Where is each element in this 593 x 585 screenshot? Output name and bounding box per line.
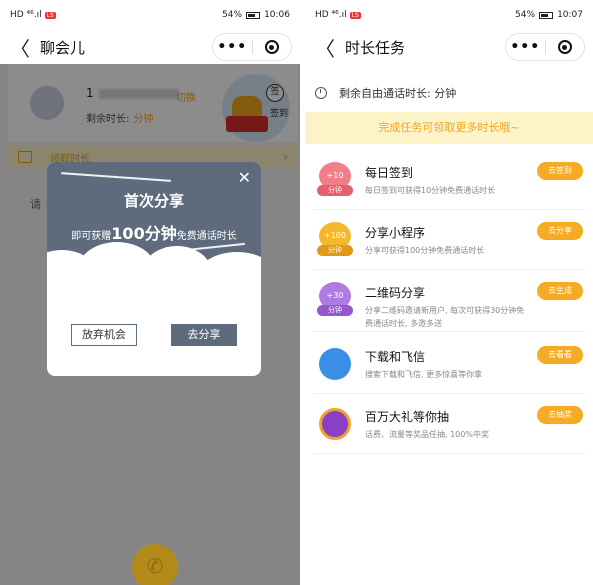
plus-10-minutes-icon: +10 分钟: [317, 162, 353, 198]
plus-100-minutes-icon: +100 分钟: [317, 222, 353, 258]
task-title: 每日签到: [365, 166, 414, 180]
modal-description: 即可获赠100分钟免费通话时长: [71, 224, 237, 243]
task-title: 下载和飞信: [365, 350, 426, 364]
signal-icon: HD ⁴⁶.ıl: [10, 10, 42, 20]
back-icon[interactable]: 〈: [315, 33, 337, 62]
task-title: 二维码分享: [365, 286, 426, 300]
notification-badge: LS: [349, 11, 361, 19]
fetion-app-icon: [317, 346, 353, 382]
task-description: 分享可获得100分钟免费通话时长: [365, 246, 485, 255]
battery-icon: [246, 11, 261, 19]
task-item: +10 分钟 每日签到 每日签到可获得10分钟免费通话时长 去签到: [313, 150, 585, 210]
give-up-button[interactable]: 放弃机会: [71, 324, 137, 346]
nav-bar: 〈 时长任务 •••: [305, 30, 593, 64]
task-description: 话费、流量等奖品任抽, 100%中奖: [365, 430, 489, 439]
status-time: 10:06: [264, 10, 290, 20]
miniprogram-capsule: •••: [505, 33, 585, 61]
battery-icon: [539, 11, 554, 19]
status-time: 10:07: [557, 10, 583, 20]
signal-icon: HD ⁴⁶.ıl: [315, 10, 347, 20]
cloud-decor: [197, 252, 261, 302]
remaining-free-time-text: 剩余自由通话时长: 分钟: [339, 87, 457, 100]
battery-percent: 54%: [222, 10, 243, 20]
generate-qrcode-button[interactable]: 去生成: [537, 282, 583, 300]
status-bar: HD ⁴⁶.ıl LS 54% 10:07: [305, 0, 593, 30]
phone-icon[interactable]: ✆: [132, 544, 178, 585]
close-icon[interactable]: ✕: [238, 168, 251, 187]
more-icon[interactable]: •••: [213, 39, 252, 55]
notification-badge: LS: [44, 11, 56, 19]
left-screen: HD ⁴⁶.ıl LS 54% 10:06 〈 聊会儿 ••• 1 切换 剩余时…: [0, 0, 300, 585]
nav-bar: 〈 聊会儿 •••: [0, 30, 300, 64]
remaining-free-time: 剩余自由通话时长: 分钟: [305, 76, 593, 110]
target-icon: [264, 40, 279, 54]
target-icon: [557, 40, 572, 54]
view-button[interactable]: 去看看: [537, 346, 583, 364]
task-title: 百万大礼等你抽: [365, 410, 450, 424]
task-item: 下载和飞信 搜索下载和飞信, 更多惊喜等你拿 去看看: [313, 334, 585, 394]
share-modal: ✕ 首次分享 即可获赠100分钟免费通话时长 放弃机会 去分享: [47, 162, 261, 376]
back-icon[interactable]: 〈: [10, 33, 32, 62]
checkin-button[interactable]: 去签到: [537, 162, 583, 180]
share-button[interactable]: 去分享: [171, 324, 237, 346]
right-screen: HD ⁴⁶.ıl LS 54% 10:07 〈 时长任务 ••• 剩余自由通话时…: [305, 0, 593, 585]
clock-icon: [315, 87, 327, 99]
task-item: +30 分钟 二维码分享 分享二维码邀请新用户, 每次可获得30分钟免费通话时长…: [313, 270, 585, 332]
page-title: 聊会儿: [40, 38, 86, 57]
close-miniprogram-button[interactable]: [545, 40, 584, 54]
task-description: 分享二维码邀请新用户, 每次可获得30分钟免费通话时长, 多邀多送: [365, 306, 525, 328]
page-title: 时长任务: [345, 38, 406, 57]
modal-title: 首次分享: [123, 192, 184, 210]
task-title: 分享小程序: [365, 226, 426, 240]
miniprogram-capsule: •••: [212, 33, 292, 61]
battery-percent: 54%: [515, 10, 536, 20]
task-item: 百万大礼等你抽 话费、流量等奖品任抽, 100%中奖 去抽奖: [313, 394, 585, 454]
lottery-wheel-icon: [317, 406, 353, 442]
close-miniprogram-button[interactable]: [252, 40, 291, 54]
more-icon[interactable]: •••: [506, 39, 545, 55]
share-task-button[interactable]: 去分享: [537, 222, 583, 240]
task-description: 每日签到可获得10分钟免费通话时长: [365, 186, 496, 195]
task-description: 搜索下载和飞信, 更多惊喜等你拿: [365, 370, 483, 379]
task-item: +100 分钟 分享小程序 分享可获得100分钟免费通话时长 去分享: [313, 210, 585, 270]
plus-30-minutes-icon: +30 分钟: [317, 282, 353, 318]
decor-line: [61, 172, 171, 182]
lottery-button[interactable]: 去抽奖: [537, 406, 583, 424]
status-bar: HD ⁴⁶.ıl LS 54% 10:06: [0, 0, 300, 30]
task-banner: 完成任务可领取更多时长哦~: [305, 112, 593, 144]
